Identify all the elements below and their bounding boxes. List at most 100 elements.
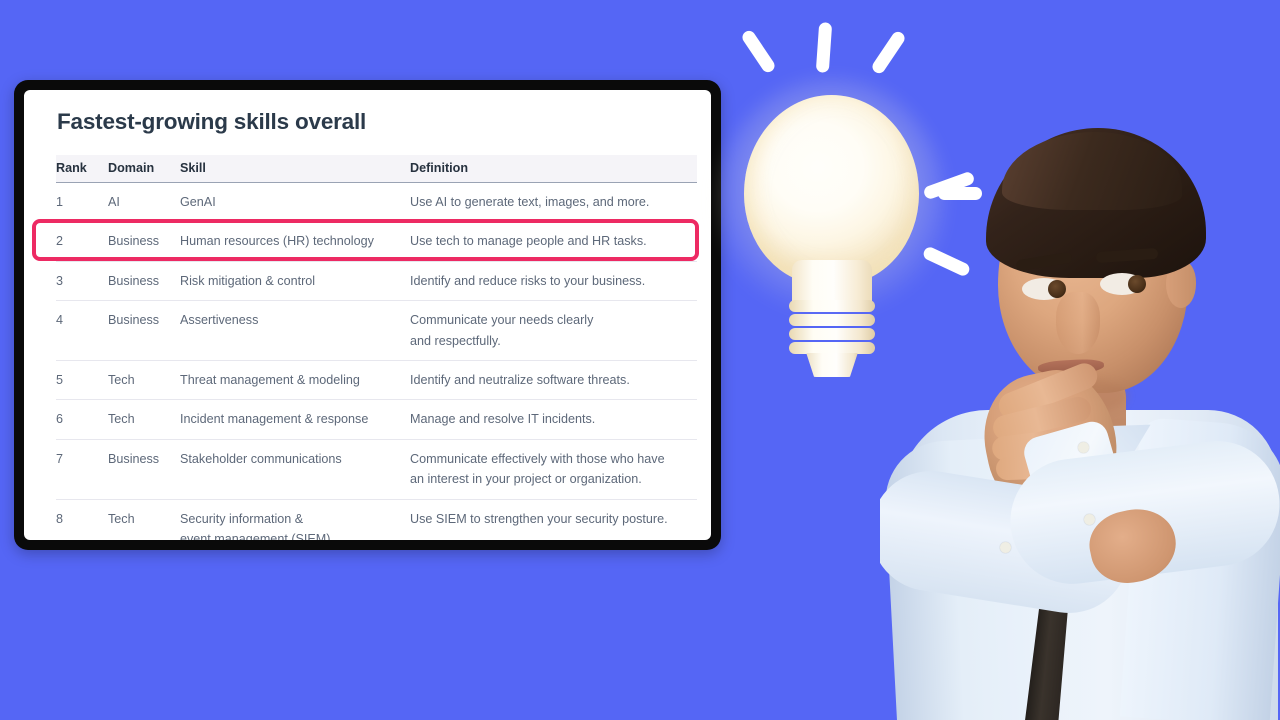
cell-skill: Threat management & modeling [180,360,410,401]
table-row: 3 Business Risk mitigation & control Identi… [56,261,697,302]
table-row: 6 Tech Incident management & response Manag… [56,399,697,440]
table-row: 2 Business Human resources (HR) technology… [56,221,697,262]
cell-rank-line: 1 [56,195,64,209]
cell-domain-line: AI [108,195,120,209]
cell-skill: Security information & event management (… [180,499,410,540]
table-row: 8 Tech Security information & event managem… [56,499,697,540]
cell-skill: Human resources (HR) technology [180,221,410,262]
nose [1056,292,1100,354]
column-header-domain: Domain [108,155,180,183]
skills-card: Fastest-growing skills overall Rank Doma… [14,80,721,550]
cell-definition: Identify and neutralize software threats… [410,360,697,401]
cell-definition-line: an interest in your project or organizat… [410,472,642,487]
cell-definition-line: Identify and reduce risks to your busine… [410,273,646,288]
cell-domain-line: Business [108,451,160,466]
cell-domain-line: Tech [108,511,135,526]
cell-definition-line: and respectfully. [410,333,501,348]
cell-domain: Business [108,300,180,361]
cuff-button [1084,514,1095,525]
cell-definition: Use AI to generate text, images, and mor… [410,182,697,223]
table-row: 1 AI GenAI Use AI to generate text, images,… [56,182,697,223]
table-header: Rank Domain Skill Definition [56,155,697,183]
lightbulb-base-tip [806,353,858,377]
cell-rank-line: 8 [56,511,64,526]
lightbulb-screw-ridge [789,314,875,326]
table-body: 1 AI GenAI Use AI to generate text, images,… [56,182,697,540]
iris-right [1128,275,1146,293]
lightbulb-screw-ridge [789,300,875,312]
cell-skill-line: Security information & [180,511,304,526]
cell-domain-line: Business [108,234,160,249]
cell-domain: Tech [108,399,180,440]
cell-rank-line: 4 [56,313,64,328]
lightbulb-screw-ridge [789,328,875,340]
column-header-skill: Skill [180,155,410,183]
thinking-businessman-photo [880,110,1280,720]
fastest-growing-skills-table: Rank Domain Skill Definition 1 AI GenAI Use… [56,155,697,540]
cell-skill: Stakeholder communications [180,439,410,500]
cell-skill-line: Threat management & modeling [180,372,360,387]
cell-definition-line: Communicate your needs clearly [410,313,594,328]
cell-definition-line: Use tech to manage people and HR tasks. [410,234,647,249]
cell-domain: Business [108,261,180,302]
cuff-button [1000,542,1011,553]
table-row: 4 Business Assertiveness Communicate your n… [56,300,697,361]
cell-rank-line: 2 [56,234,64,249]
cell-rank: 7 [56,439,108,500]
cell-definition-line: Manage and resolve IT incidents. [410,412,596,427]
cell-definition: Communicate effectively with those who h… [410,439,697,500]
cell-rank: 6 [56,399,108,440]
cell-skill-line: GenAI [180,195,216,209]
cell-definition: Use SIEM to strengthen your security pos… [410,499,697,540]
cell-rank: 2 [56,221,108,262]
cuff-button [1078,442,1089,453]
cell-domain-line: Business [108,273,160,288]
cell-skill-line: Risk mitigation & control [180,273,316,288]
cell-skill-line: Assertiveness [180,313,259,328]
cell-skill-line: Stakeholder communications [180,451,342,466]
cell-domain-line: Tech [108,372,135,387]
cell-definition: Use tech to manage people and HR tasks. [410,221,697,262]
cell-rank: 1 [56,182,108,223]
cell-domain-line: Business [108,313,160,328]
cell-skill: Assertiveness [180,300,410,361]
table-row: 7 Business Stakeholder communications Commu… [56,439,697,500]
cell-skill-line: event management (SIEM) [180,531,331,540]
column-header-rank: Rank [56,155,108,183]
table-header-row: Rank Domain Skill Definition [56,155,697,183]
cell-skill: Risk mitigation & control [180,261,410,302]
cell-skill-line: Human resources (HR) technology [180,234,374,249]
cell-definition: Communicate your needs clearly and respec… [410,300,697,361]
lightbulb-ray-center [815,22,833,73]
cell-rank-line: 6 [56,412,64,427]
cell-skill: Incident management & response [180,399,410,440]
cell-rank-line: 3 [56,273,64,288]
cell-definition-line: Communicate effectively with those who h… [410,451,665,466]
column-header-definition: Definition [410,155,697,183]
cell-domain: Tech [108,499,180,540]
lightbulb-ray-left [739,28,778,75]
cell-definition-line: Use SIEM to strengthen your security pos… [410,511,668,526]
cell-definition-line: Identify and neutralize software threats… [410,372,630,387]
page-title: Fastest-growing skills overall [57,109,367,134]
cell-rank-line: 5 [56,372,64,387]
cell-rank-line: 7 [56,451,64,466]
cell-domain: AI [108,182,180,223]
table-row: 5 Tech Threat management & modeling Identif… [56,360,697,401]
skills-card-surface: Fastest-growing skills overall Rank Doma… [24,90,711,540]
cell-rank: 4 [56,300,108,361]
cell-domain: Tech [108,360,180,401]
cell-rank: 3 [56,261,108,302]
cell-skill-line: Incident management & response [180,412,369,427]
cell-rank: 5 [56,360,108,401]
cell-domain: Business [108,221,180,262]
cell-rank: 8 [56,499,108,540]
lightbulb-ray-right [869,29,908,76]
cell-definition-line: Use AI to generate text, images, and mor… [410,195,650,209]
cell-definition: Manage and resolve IT incidents. [410,399,697,440]
lightbulb-screw-ridge [789,342,875,354]
cell-skill: GenAI [180,182,410,223]
cell-domain: Business [108,439,180,500]
cell-definition: Identify and reduce risks to your busine… [410,261,697,302]
cell-domain-line: Tech [108,412,135,427]
